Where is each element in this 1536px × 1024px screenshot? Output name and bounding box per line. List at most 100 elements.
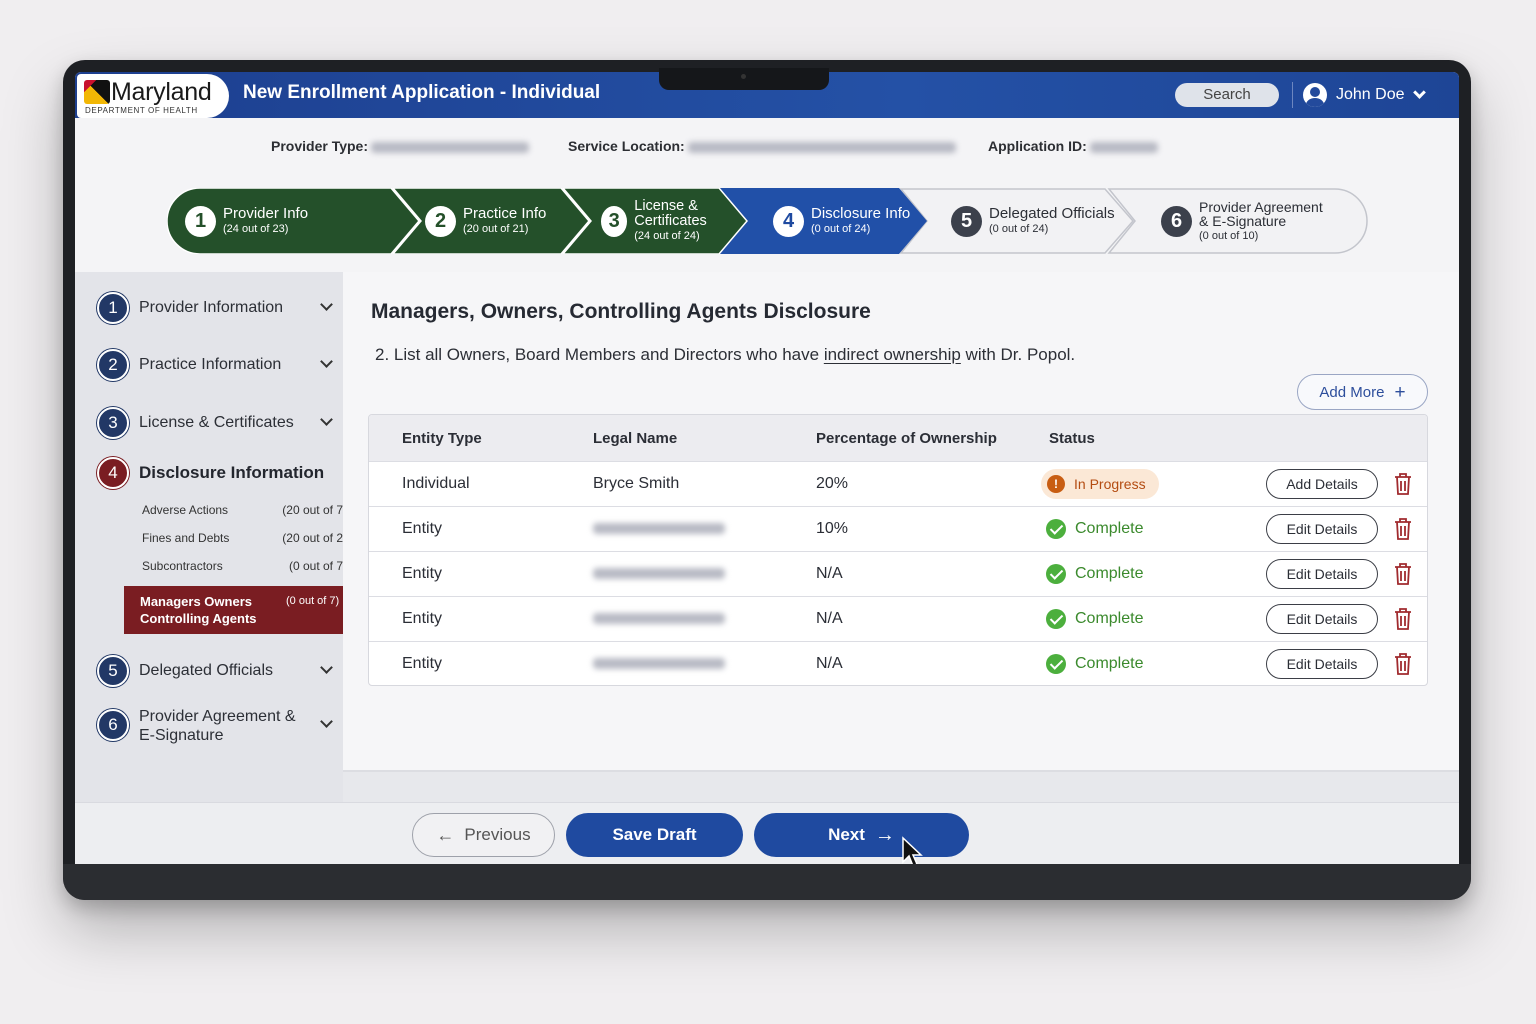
maryland-logo[interactable]: Maryland DEPARTMENT OF HEALTH <box>77 74 229 118</box>
redacted-name <box>593 613 725 625</box>
indirect-ownership-link[interactable]: indirect ownership <box>824 345 961 364</box>
step-1-count: (24 out of 23) <box>223 223 289 236</box>
sidebar-item-label: Provider Agreement & E-Signature <box>139 708 296 745</box>
edit-details-button[interactable]: Edit Details <box>1266 514 1378 544</box>
chevron-down-icon[interactable] <box>320 298 333 311</box>
chevron-down-icon[interactable] <box>320 715 333 728</box>
step-5-number: 5 <box>951 205 982 237</box>
table-row: Entity N/A Complete Edit Details <box>369 641 1427 685</box>
cell-entity-type: Entity <box>402 610 443 627</box>
step-4-label: Disclosure Info (0 out of 24) <box>811 206 910 235</box>
application-id-value-redacted <box>1089 141 1158 153</box>
sidebar-item-license-certificates[interactable]: 3 License & Certificates <box>97 407 333 439</box>
search-button[interactable]: Search <box>1175 83 1279 107</box>
step-6-title-line2: & E-Signature <box>1199 213 1287 230</box>
step-5-title: Delegated Officials <box>989 205 1115 223</box>
sidebar-item-provider-information[interactable]: 1 Provider Information <box>97 292 333 324</box>
cell-legal-name-redacted <box>593 565 725 583</box>
chevron-down-icon <box>1412 86 1426 99</box>
arrow-right-icon: → <box>874 823 895 846</box>
next-button[interactable]: Next → <box>754 813 969 857</box>
sidebar-subitem-managers-owners-active[interactable]: Managers Owners Controlling Agents (0 ou… <box>124 586 356 634</box>
plus-icon: + <box>1394 381 1406 403</box>
step-3-title: License & Certificates <box>634 198 707 230</box>
user-menu[interactable]: John Doe <box>1303 81 1426 109</box>
sidebar-subitem-adverse-actions[interactable]: Adverse Actions (20 out of 7) <box>142 503 347 517</box>
sidebar-item-practice-information[interactable]: 2 Practice Information <box>97 349 333 381</box>
sidebar-item-label: License & Certificates <box>139 414 294 431</box>
cell-legal-name-redacted <box>593 520 725 538</box>
chevron-down-icon[interactable] <box>320 661 333 674</box>
table-row: Entity N/A Complete Edit Details <box>369 551 1427 596</box>
trash-icon[interactable] <box>1393 562 1413 586</box>
status-text: Complete <box>1075 565 1144 582</box>
step-1[interactable]: 1 Provider Info (24 out of 23) <box>167 188 423 254</box>
column-header-ownership: Percentage of Ownership <box>816 430 997 447</box>
sidebar: 1 Provider Information 2 Practice Inform… <box>75 272 347 802</box>
trash-icon[interactable] <box>1393 607 1413 631</box>
next-label: Next <box>828 825 865 844</box>
step-6[interactable]: 6 Provider Agreement & E-Signature (0 ou… <box>1107 188 1369 254</box>
user-avatar-icon <box>1303 83 1327 107</box>
step-4-title: Disclosure Info <box>811 205 911 223</box>
sidebar-item-disclosure-information[interactable]: 4 Disclosure Information <box>97 457 339 489</box>
step-5[interactable]: 5 Delegated Officials (0 out of 24) <box>899 188 1135 254</box>
cell-ownership: N/A <box>816 655 843 672</box>
cell-legal-name: Bryce Smith <box>593 475 680 492</box>
service-location: Service Location: <box>568 138 956 154</box>
device-bezel-bottom <box>63 864 1471 900</box>
step-1-number: 1 <box>185 205 216 237</box>
status-text: Complete <box>1075 520 1144 537</box>
table-row: Entity 10% Complete Edit Details <box>369 506 1427 551</box>
previous-label: Previous <box>464 825 531 844</box>
cell-entity-type: Entity <box>402 520 443 537</box>
status-badge: Complete <box>1046 654 1143 674</box>
sidebar-subitem-subcontractors[interactable]: Subcontractors (0 out of 7) <box>142 559 347 573</box>
subitem-label: Adverse Actions <box>142 503 229 517</box>
step-4-number: 4 <box>773 205 804 237</box>
service-location-value-redacted <box>687 141 956 153</box>
trash-icon[interactable] <box>1393 652 1413 676</box>
sidebar-item-delegated-officials[interactable]: 5 Delegated Officials <box>97 655 333 687</box>
sidebar-item-number: 2 <box>97 349 129 381</box>
status-text: Complete <box>1075 655 1144 672</box>
ownership-table: Entity Type Legal Name Percentage of Own… <box>368 414 1428 686</box>
status-badge: Complete <box>1046 564 1143 584</box>
status-badge: Complete <box>1046 519 1143 539</box>
sidebar-item-provider-agreement[interactable]: 6 Provider Agreement & E-Signature <box>97 708 333 745</box>
mouse-cursor-icon <box>902 836 923 864</box>
step-2[interactable]: 2 Practice Info (20 out of 21) <box>393 188 593 254</box>
sidebar-item-label: Provider Information <box>139 299 284 316</box>
status-text: In Progress <box>1074 476 1146 492</box>
column-header-legal-name: Legal Name <box>593 430 678 447</box>
trash-icon[interactable] <box>1393 517 1413 541</box>
step-3-count: (24 out of 24) <box>634 230 700 243</box>
edit-details-button[interactable]: Edit Details <box>1266 559 1378 589</box>
sidebar-item-number: 5 <box>97 655 129 687</box>
subitem-count: (0 out of 7) <box>286 595 340 607</box>
subitem-label: Subcontractors <box>142 559 223 573</box>
edit-details-button[interactable]: Edit Details <box>1266 604 1378 634</box>
sidebar-subitem-fines-and-debts[interactable]: Fines and Debts (20 out of 2) <box>142 531 347 545</box>
chevron-down-icon[interactable] <box>320 413 333 426</box>
cell-ownership: N/A <box>816 565 843 582</box>
edit-details-button[interactable]: Edit Details <box>1266 649 1378 679</box>
add-more-button[interactable]: Add More + <box>1297 374 1428 410</box>
page-title: Managers, Owners, Controlling Agents Dis… <box>371 300 871 323</box>
check-circle-icon <box>1046 609 1066 629</box>
chevron-down-icon[interactable] <box>320 355 333 368</box>
redacted-name <box>593 658 725 670</box>
previous-button[interactable]: ← Previous <box>412 813 555 857</box>
redacted-name <box>593 568 725 580</box>
cell-ownership: 10% <box>816 520 849 537</box>
sidebar-item-label: Practice Information <box>139 356 282 373</box>
provider-type: Provider Type: <box>271 138 529 154</box>
device-frame: Maryland DEPARTMENT OF HEALTH New Enroll… <box>63 60 1471 900</box>
status-badge: Complete <box>1046 609 1143 629</box>
logo-name: Maryland <box>111 78 212 106</box>
trash-icon[interactable] <box>1393 472 1413 496</box>
header-divider <box>1292 82 1293 108</box>
save-draft-button[interactable]: Save Draft <box>566 813 743 857</box>
add-details-button[interactable]: Add Details <box>1266 469 1378 499</box>
user-name: John Doe <box>1336 86 1405 103</box>
